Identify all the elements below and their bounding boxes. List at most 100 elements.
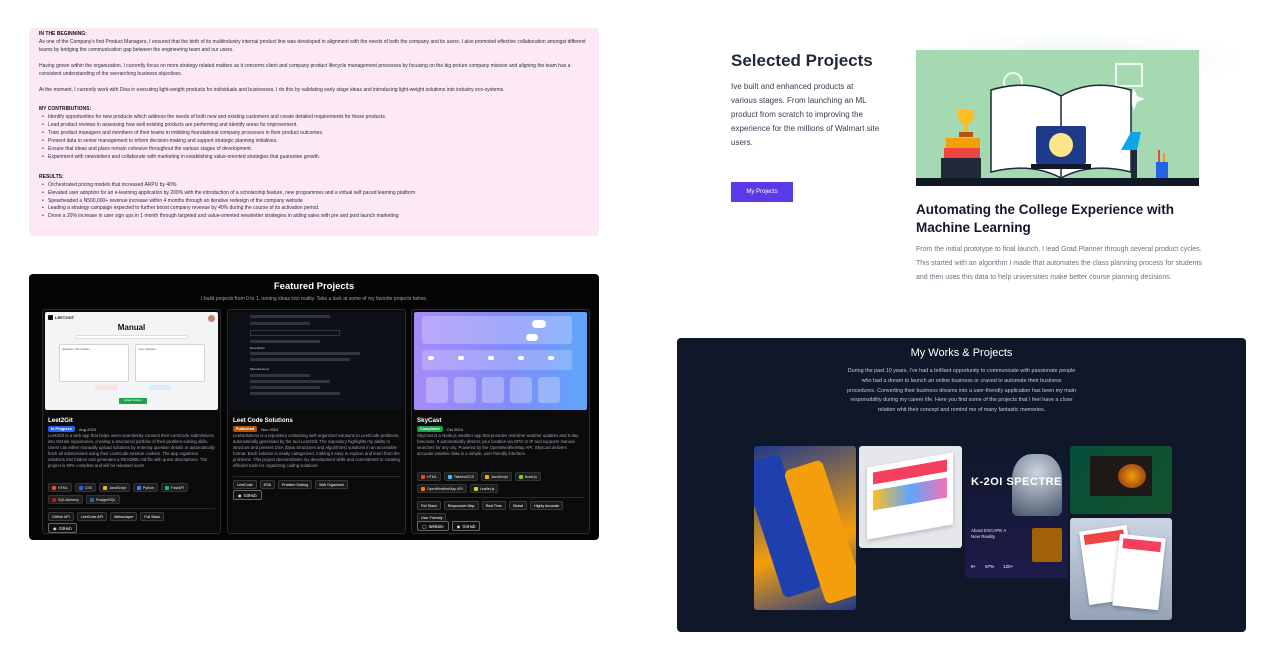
logo-icon <box>48 315 53 320</box>
project-thumbnail-mobile-app[interactable] <box>754 446 856 610</box>
code-line <box>250 340 320 343</box>
trophy-icon <box>958 110 974 124</box>
solution-box-label: Your Solution <box>138 347 156 351</box>
skycast-screenshot <box>414 312 587 410</box>
book <box>944 148 980 158</box>
character-image <box>1032 528 1062 562</box>
tag-list: LeetCode DSA Problem Solving Well Organi… <box>233 480 400 489</box>
divider <box>48 508 215 509</box>
hourly-strip <box>422 350 572 370</box>
sqlalchemy-icon <box>52 497 56 502</box>
website-button[interactable]: ◯ Website <box>417 521 449 531</box>
cloud-icon <box>518 356 524 360</box>
stats-row: 9+ 97% 120+ <box>971 564 1013 569</box>
github-button[interactable]: ◉ GitHub <box>48 523 77 533</box>
search-bar <box>75 335 188 339</box>
tech-chip: Leaflet.js <box>469 484 499 493</box>
project-description: Leet2Git is a web app that helps users s… <box>48 433 215 469</box>
code-line <box>250 380 330 383</box>
tag: Well Organized <box>315 480 348 489</box>
avatar <box>208 315 215 322</box>
featured-projects-panel: Featured Projects I build projects from … <box>29 274 599 540</box>
tech-chip: SQLAlchemy <box>48 495 83 504</box>
github-icon: ◉ <box>238 492 242 498</box>
code-line <box>250 352 360 355</box>
list-item: Orchestrated pricing models that increas… <box>39 182 589 190</box>
case-study-title: Automating the College Experience with M… <box>916 202 1175 235</box>
page-mockup <box>1112 533 1166 611</box>
cloud-icon <box>548 356 554 360</box>
code-line <box>250 315 330 318</box>
project-name: SkyCast <box>417 417 442 424</box>
tech-chip: CSS <box>74 483 97 492</box>
code-line <box>250 322 310 325</box>
game-subtitle: About ESCAPE A New Reality <box>971 528 1007 539</box>
forecast-card <box>426 377 448 403</box>
list-item: Leading a strategy campaign expected to … <box>39 205 589 213</box>
code-line <box>250 392 340 395</box>
list-item: Present data to senior management to inf… <box>39 138 589 146</box>
project-meta: Published Nov 2024 <box>233 426 278 432</box>
my-projects-button[interactable]: My Projects <box>731 182 793 202</box>
question-box-label: Question Information <box>62 347 90 351</box>
tag: Webscraper <box>109 512 138 521</box>
project-thumbnail-web-gallery[interactable] <box>859 446 962 548</box>
game-title: K-2OI SPECTRE <box>971 476 1062 488</box>
selected-description: Ive built and enhanced products at vario… <box>731 82 880 147</box>
tag: Real Time <box>481 501 506 510</box>
github-button[interactable]: ◉ GitHub <box>233 490 262 500</box>
project-description: LeetSolutions is a repository containing… <box>233 433 400 469</box>
github-button[interactable]: ◉ GitHub <box>451 521 481 531</box>
project-thumbnail-ecommerce[interactable] <box>1070 518 1172 620</box>
weather-hero <box>422 316 572 344</box>
tech-stack: HTML CSS JavaScript Python FastAPI SQLAl… <box>48 483 215 504</box>
frame-icon <box>1115 63 1143 87</box>
tech-chip: Node.js <box>514 472 541 481</box>
selected-title: Selected Projects <box>731 51 873 70</box>
upload-button: Upload Solution <box>119 398 147 404</box>
leaflet-icon <box>473 486 478 491</box>
card-actions: ◉ GitHub <box>48 523 215 533</box>
project-date: Oct 2024 <box>446 426 463 432</box>
pencil-cup <box>1156 162 1168 178</box>
project-meta: In Progress Aug 2024 <box>48 426 96 432</box>
project-card-skycast[interactable]: SkyCast Completed Oct 2024 SkyCast is a … <box>411 309 590 534</box>
list-item: Drove a 20% increase in user sign ups in… <box>39 213 589 221</box>
tag: Full Stack <box>140 512 165 521</box>
project-card-leetcode-solutions[interactable]: Description Miscellaneous Leet Code Solu… <box>227 309 406 534</box>
desk <box>916 178 1199 186</box>
my-works-panel: My Works & Projects During the past 10 y… <box>677 338 1246 632</box>
beginning-text: As one of the Company's first Product Ma… <box>39 38 586 53</box>
tech-chip: FastAPI <box>161 483 188 492</box>
lamp-stand <box>1131 150 1137 178</box>
project-name: Leet2Git <box>48 417 73 424</box>
tag: GitHub API <box>48 512 74 521</box>
site-mockup <box>1090 456 1152 496</box>
status-badge: In Progress <box>48 426 75 432</box>
person-icon <box>1049 133 1073 157</box>
github-icon: ◉ <box>456 523 461 529</box>
illustration-svg <box>916 63 1199 186</box>
tech-chip: HTML <box>417 472 441 481</box>
banner <box>1122 538 1162 553</box>
list-item: Spearheaded a N500,000+ revenue increase… <box>39 198 589 206</box>
list-item: Ensure that ideas and plans remain cohes… <box>39 146 589 154</box>
divider <box>417 497 584 498</box>
python-icon <box>136 485 141 490</box>
project-thumbnail-restaurant[interactable] <box>1070 446 1172 514</box>
results-heading: RESULTS: <box>39 173 64 180</box>
tag: Problem Solving <box>277 480 313 489</box>
project-date: Aug 2024 <box>78 426 97 432</box>
misc-label: Miscellaneous <box>250 367 270 371</box>
page-mockup <box>867 452 953 540</box>
case-study-description: From the initial prototype to final laun… <box>916 246 1202 281</box>
project-thumbnail-game-site[interactable]: K-2OI SPECTRE About ESCAPE A New Reality… <box>965 446 1068 578</box>
list-item: Experiment with newsletters and collabor… <box>39 154 589 162</box>
tech-chip: OpenWeatherMap API <box>417 484 467 493</box>
forecast-card <box>538 377 560 403</box>
beginning-heading: IN THE BEGINNING: <box>39 31 87 37</box>
list-item: Lead product reviews in assessing how we… <box>39 122 589 130</box>
css-icon <box>78 485 83 490</box>
project-card-leet2git[interactable]: LEET2GIT Manual Question Information You… <box>42 309 221 534</box>
status-badge: Published <box>233 426 258 432</box>
